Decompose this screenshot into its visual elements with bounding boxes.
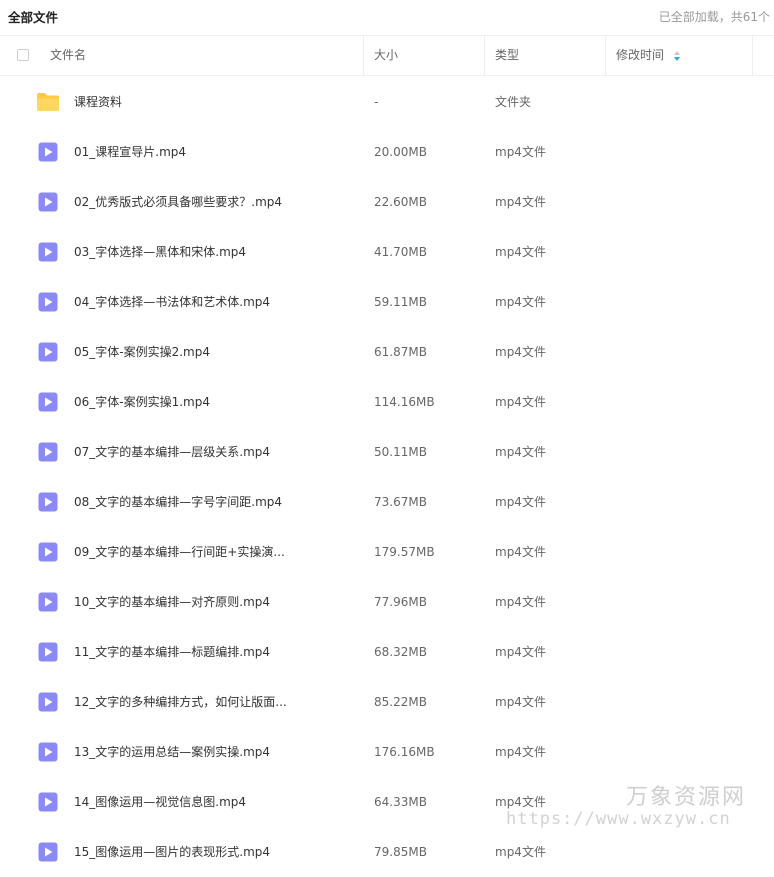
column-header-name[interactable]: 文件名 <box>50 36 86 75</box>
file-name[interactable]: 05_字体-案例实操2.mp4 <box>74 327 210 377</box>
video-file-icon <box>38 392 58 415</box>
file-row[interactable]: 03_字体选择—黑体和宋体.mp4 41.70MB mp4文件 <box>0 227 774 277</box>
file-size: 50.11MB <box>374 445 427 459</box>
file-type: mp4文件 <box>495 445 546 459</box>
file-type: mp4文件 <box>495 545 546 559</box>
file-name[interactable]: 07_文字的基本编排—层级关系.mp4 <box>74 427 270 477</box>
file-type: mp4文件 <box>495 845 546 859</box>
file-name[interactable]: 03_字体选择—黑体和宋体.mp4 <box>74 227 246 277</box>
file-size: 85.22MB <box>374 695 427 709</box>
file-size: 22.60MB <box>374 195 427 209</box>
file-name[interactable]: 13_文字的运用总结—案例实操.mp4 <box>74 727 270 777</box>
column-header-type[interactable]: 类型 <box>484 36 605 75</box>
file-type: mp4文件 <box>495 345 546 359</box>
file-type: mp4文件 <box>495 745 546 759</box>
file-list: 课程资料 - 文件夹 01_课程宣导片.mp4 20.00MB mp4文件 02_优秀版式必… <box>0 77 774 877</box>
file-size: 68.32MB <box>374 645 427 659</box>
file-type: 文件夹 <box>495 95 532 109</box>
file-row[interactable]: 课程资料 - 文件夹 <box>0 77 774 127</box>
file-row[interactable]: 09_文字的基本编排—行间距+实操演... 179.57MB mp4文件 <box>0 527 774 577</box>
watermark-url: https://www.wxzyw.cn <box>506 809 731 829</box>
video-file-icon <box>38 242 58 265</box>
file-row[interactable]: 05_字体-案例实操2.mp4 61.87MB mp4文件 <box>0 327 774 377</box>
file-row[interactable]: 13_文字的运用总结—案例实操.mp4 176.16MB mp4文件 <box>0 727 774 777</box>
file-name[interactable]: 04_字体选择—书法体和艺术体.mp4 <box>74 277 270 327</box>
file-row[interactable]: 07_文字的基本编排—层级关系.mp4 50.11MB mp4文件 <box>0 427 774 477</box>
file-name[interactable]: 08_文字的基本编排—字号字间距.mp4 <box>74 477 282 527</box>
page-title: 全部文件 <box>8 10 59 25</box>
file-type: mp4文件 <box>495 145 546 159</box>
file-type: mp4文件 <box>495 395 546 409</box>
video-file-icon <box>38 592 58 615</box>
file-row[interactable]: 01_课程宣导片.mp4 20.00MB mp4文件 <box>0 127 774 177</box>
file-row[interactable]: 11_文字的基本编排—标题编排.mp4 68.32MB mp4文件 <box>0 627 774 677</box>
column-header-type-label: 类型 <box>495 48 520 62</box>
file-row[interactable]: 10_文字的基本编排—对齐原则.mp4 77.96MB mp4文件 <box>0 577 774 627</box>
file-type: mp4文件 <box>495 495 546 509</box>
file-size: 59.11MB <box>374 295 427 309</box>
file-size: - <box>374 95 379 109</box>
video-file-icon <box>38 742 58 765</box>
file-name[interactable]: 14_图像运用—视觉信息图.mp4 <box>74 777 246 827</box>
file-size: 61.87MB <box>374 345 427 359</box>
file-name[interactable]: 11_文字的基本编排—标题编排.mp4 <box>74 627 270 677</box>
file-name[interactable]: 15_图像运用—图片的表现形式.mp4 <box>74 827 270 877</box>
column-header-size[interactable]: 大小 <box>363 36 484 75</box>
file-row[interactable]: 02_优秀版式必须具备哪些要求？.mp4 22.60MB mp4文件 <box>0 177 774 227</box>
sort-icon[interactable] <box>673 50 681 62</box>
file-row[interactable]: 15_图像运用—图片的表现形式.mp4 79.85MB mp4文件 <box>0 827 774 877</box>
folder-icon <box>36 92 60 115</box>
column-header-size-label: 大小 <box>374 48 399 62</box>
file-name[interactable]: 课程资料 <box>74 77 122 127</box>
file-type: mp4文件 <box>495 295 546 309</box>
file-size: 176.16MB <box>374 745 435 759</box>
file-size: 73.67MB <box>374 495 427 509</box>
file-row[interactable]: 06_字体-案例实操1.mp4 114.16MB mp4文件 <box>0 377 774 427</box>
video-file-icon <box>38 192 58 215</box>
video-file-icon <box>38 492 58 515</box>
video-file-icon <box>38 792 58 815</box>
video-file-icon <box>38 642 58 665</box>
select-all-checkbox[interactable] <box>17 49 29 61</box>
file-name[interactable]: 09_文字的基本编排—行间距+实操演... <box>74 527 285 577</box>
file-type: mp4文件 <box>495 245 546 259</box>
video-file-icon <box>38 142 58 165</box>
top-bar: 全部文件 已全部加载，共61个 <box>0 0 774 34</box>
file-name[interactable]: 06_字体-案例实操1.mp4 <box>74 377 210 427</box>
file-type: mp4文件 <box>495 695 546 709</box>
video-file-icon <box>38 342 58 365</box>
file-name[interactable]: 12_文字的多种编排方式，如何让版面... <box>74 677 287 727</box>
file-size: 114.16MB <box>374 395 435 409</box>
table-header: 文件名 大小 类型 修改时间 <box>0 35 774 76</box>
video-file-icon <box>38 442 58 465</box>
column-header-modified-label: 修改时间 <box>616 48 665 62</box>
column-header-spacer <box>752 36 774 75</box>
file-size: 77.96MB <box>374 595 427 609</box>
file-row[interactable]: 04_字体选择—书法体和艺术体.mp4 59.11MB mp4文件 <box>0 277 774 327</box>
video-file-icon <box>38 542 58 565</box>
file-type: mp4文件 <box>495 595 546 609</box>
file-size: 179.57MB <box>374 545 435 559</box>
loaded-status: 已全部加载，共61个 <box>658 10 770 24</box>
file-size: 20.00MB <box>374 145 427 159</box>
file-type: mp4文件 <box>495 645 546 659</box>
watermark-title: 万象资源网 <box>626 785 747 810</box>
file-size: 41.70MB <box>374 245 427 259</box>
video-file-icon <box>38 692 58 715</box>
file-size: 64.33MB <box>374 795 427 809</box>
file-row[interactable]: 12_文字的多种编排方式，如何让版面... 85.22MB mp4文件 <box>0 677 774 727</box>
file-row[interactable]: 08_文字的基本编排—字号字间距.mp4 73.67MB mp4文件 <box>0 477 774 527</box>
file-type: mp4文件 <box>495 195 546 209</box>
video-file-icon <box>38 292 58 315</box>
file-name[interactable]: 10_文字的基本编排—对齐原则.mp4 <box>74 577 270 627</box>
file-size: 79.85MB <box>374 845 427 859</box>
file-name[interactable]: 01_课程宣导片.mp4 <box>74 127 186 177</box>
file-name[interactable]: 02_优秀版式必须具备哪些要求？.mp4 <box>74 177 282 227</box>
